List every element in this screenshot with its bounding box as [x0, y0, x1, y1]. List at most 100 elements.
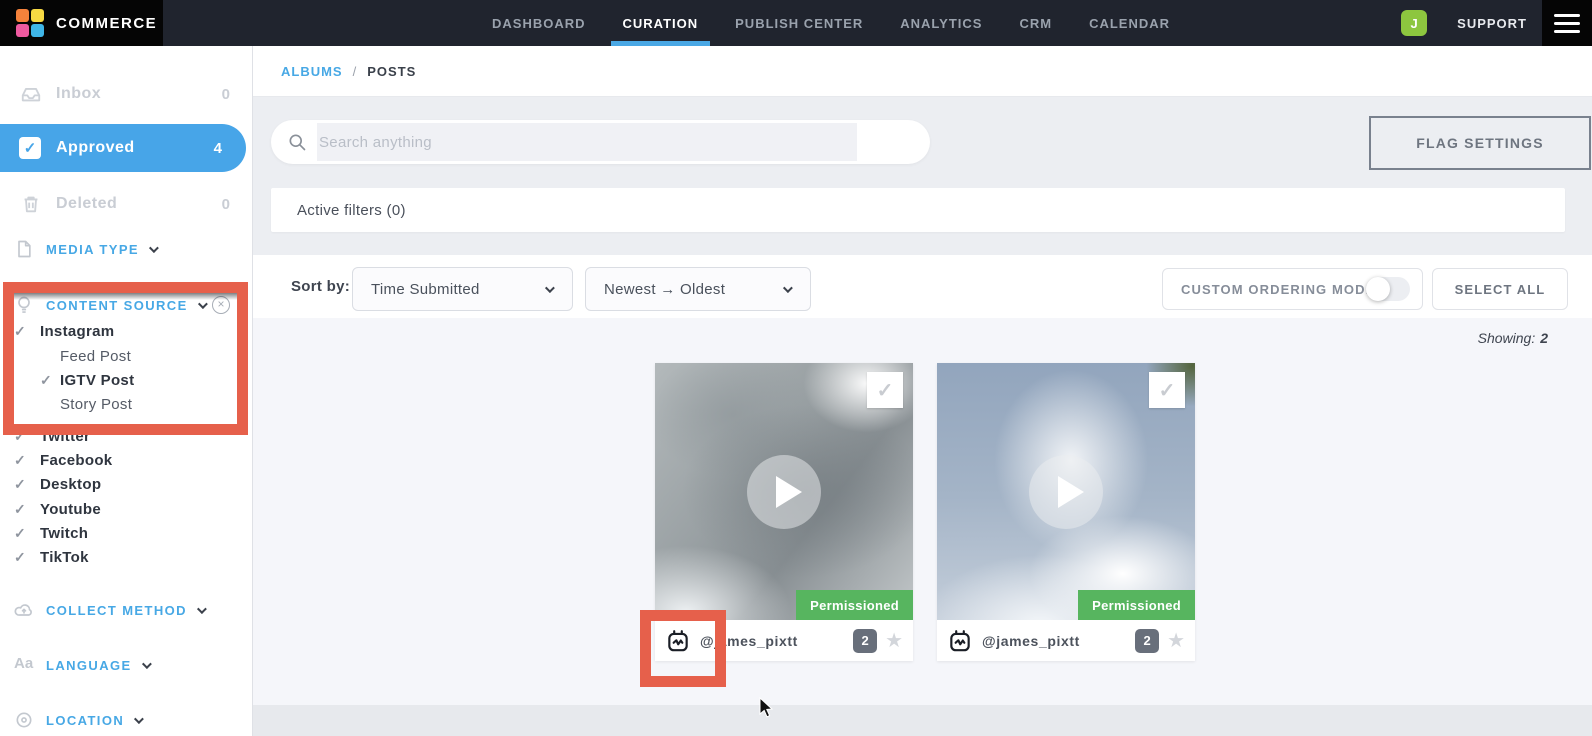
user-avatar[interactable]: J	[1401, 10, 1427, 36]
flag-settings-button[interactable]: FLAG SETTINGS	[1369, 116, 1591, 170]
chevron-down-icon	[149, 243, 159, 253]
nav-curation[interactable]: CURATION	[623, 0, 699, 46]
play-button[interactable]	[1029, 455, 1103, 529]
sidebar-item-inbox[interactable]: Inbox 0	[0, 80, 252, 108]
check-icon: ✓	[877, 378, 894, 403]
check-icon: ✓	[14, 476, 34, 493]
source-item-tiktok[interactable]: ✓ TikTok	[0, 548, 252, 566]
post-card[interactable]: ✓ Permissioned @james_pixtt 2 ★	[655, 363, 913, 661]
source-item-facebook[interactable]: ✓ Facebook	[0, 451, 252, 469]
check-icon: ✓	[14, 525, 34, 542]
album-count-badge: 2	[853, 629, 877, 653]
sort-order-dropdown[interactable]: Newest → Oldest	[585, 267, 811, 311]
source-item-twitter[interactable]: ✓ Twitter	[0, 427, 252, 445]
igtv-source-icon	[947, 628, 973, 654]
search-input[interactable]	[319, 134, 879, 151]
active-filters-label: Active filters (0)	[297, 202, 406, 219]
sidebar-item-label: Approved	[56, 139, 135, 157]
album-count-badge: 2	[1135, 629, 1159, 653]
brand-logo[interactable]: COMMERCE	[0, 0, 163, 46]
support-link[interactable]: SUPPORT	[1457, 16, 1527, 31]
filter-section-location[interactable]: LOCATION	[0, 711, 252, 729]
check-icon: ✓	[1159, 378, 1176, 403]
sidebar-item-label: Inbox	[56, 85, 101, 103]
chevron-down-icon	[142, 659, 152, 669]
star-icon[interactable]: ★	[1167, 631, 1185, 651]
search-bar	[271, 120, 930, 164]
igtv-source-icon	[665, 628, 691, 654]
play-button[interactable]	[747, 455, 821, 529]
permissioned-badge: Permissioned	[796, 590, 913, 620]
source-item-twitch[interactable]: ✓ Twitch	[0, 524, 252, 542]
hamburger-menu-icon[interactable]	[1542, 0, 1592, 46]
source-item-youtube[interactable]: ✓ Youtube	[0, 500, 252, 518]
custom-ordering-label: CUSTOM ORDERING MODE	[1181, 282, 1375, 297]
check-icon: ✓	[14, 452, 34, 469]
checkbox-checked-icon: ✓	[19, 137, 41, 159]
check-icon: ✓	[14, 323, 34, 340]
post-video-thumbnail[interactable]: ✓ Permissioned	[937, 363, 1195, 620]
chevron-down-icon	[545, 283, 555, 293]
custom-ordering-toggle[interactable]	[1366, 277, 1410, 301]
filter-section-media-type[interactable]: MEDIA TYPE	[0, 240, 252, 258]
source-item-feed-post[interactable]: Feed Post	[0, 347, 252, 365]
filter-section-language[interactable]: Aa LANGUAGE	[0, 656, 252, 674]
clear-filter-icon[interactable]: ×	[212, 296, 230, 314]
sort-by-label: Sort by:	[291, 278, 350, 295]
language-icon: Aa	[14, 655, 34, 675]
document-icon	[14, 239, 34, 259]
showing-count: Showing:2	[1478, 330, 1548, 346]
chevron-down-icon	[783, 283, 793, 293]
filter-sidebar: Inbox 0 ✓ Approved 4 Deleted 0 MEDIA TYP…	[0, 46, 253, 736]
nav-analytics[interactable]: ANALYTICS	[900, 0, 982, 46]
approved-count: 4	[214, 140, 222, 157]
post-card[interactable]: ✓ Permissioned @james_pixtt 2 ★	[937, 363, 1195, 661]
custom-ordering-mode: CUSTOM ORDERING MODE	[1162, 268, 1423, 310]
select-post-checkbox[interactable]: ✓	[867, 372, 903, 408]
sort-toolbar: Sort by: Time Submitted Newest → Oldest …	[253, 255, 1592, 318]
breadcrumb-current: POSTS	[367, 64, 416, 79]
top-nav: COMMERCE DASHBOARD CURATION PUBLISH CENT…	[0, 0, 1592, 46]
post-username[interactable]: @james_pixtt	[700, 633, 798, 649]
post-card-footer: @james_pixtt 2 ★	[937, 620, 1195, 661]
chevron-down-icon	[198, 299, 208, 309]
breadcrumb-albums-link[interactable]: ALBUMS	[281, 64, 343, 79]
check-icon: ✓	[14, 549, 34, 566]
commerce-logo-icon	[16, 9, 44, 37]
inbox-count: 0	[222, 86, 230, 103]
breadcrumb: ALBUMS / POSTS	[281, 64, 416, 79]
nav-crm[interactable]: CRM	[1019, 0, 1052, 46]
brand-name: COMMERCE	[56, 15, 157, 32]
sidebar-item-approved[interactable]: ✓ Approved 4	[0, 124, 246, 172]
sort-field-dropdown[interactable]: Time Submitted	[352, 267, 573, 311]
breadcrumb-bar: ALBUMS / POSTS	[253, 46, 1592, 97]
sidebar-item-deleted[interactable]: Deleted 0	[0, 190, 252, 218]
check-icon: ✓	[14, 428, 34, 445]
trash-icon	[20, 193, 42, 215]
nav-right-group: J SUPPORT	[1401, 0, 1527, 46]
check-icon: ✓	[14, 501, 34, 518]
nav-calendar[interactable]: CALENDAR	[1089, 0, 1170, 46]
select-post-checkbox[interactable]: ✓	[1149, 372, 1185, 408]
active-filters-bar[interactable]: Active filters (0)	[271, 188, 1565, 232]
deleted-count: 0	[222, 196, 230, 213]
source-item-desktop[interactable]: ✓ Desktop	[0, 475, 252, 493]
source-item-igtv-post[interactable]: ✓ IGTV Post	[0, 371, 252, 389]
page-bottom-strip	[253, 705, 1592, 736]
star-icon[interactable]: ★	[885, 631, 903, 651]
select-all-button[interactable]: SELECT ALL	[1432, 268, 1568, 310]
source-item-instagram[interactable]: ✓ Instagram	[0, 322, 252, 340]
chevron-down-icon	[197, 604, 207, 614]
check-icon: ✓	[40, 372, 60, 389]
filter-section-collect-method[interactable]: COLLECT METHOD	[0, 601, 252, 619]
breadcrumb-separator: /	[353, 64, 358, 79]
main-content: ALBUMS / POSTS FLAG SETTINGS Active filt…	[253, 46, 1592, 736]
primary-nav: DASHBOARD CURATION PUBLISH CENTER ANALYT…	[492, 0, 1170, 46]
post-username[interactable]: @james_pixtt	[982, 633, 1080, 649]
nav-dashboard[interactable]: DASHBOARD	[492, 0, 586, 46]
post-video-thumbnail[interactable]: ✓ Permissioned	[655, 363, 913, 620]
nav-publish-center[interactable]: PUBLISH CENTER	[735, 0, 863, 46]
sidebar-item-label: Deleted	[56, 195, 117, 213]
filter-section-content-source[interactable]: CONTENT SOURCE ×	[0, 296, 252, 314]
source-item-story-post[interactable]: Story Post	[0, 395, 252, 413]
